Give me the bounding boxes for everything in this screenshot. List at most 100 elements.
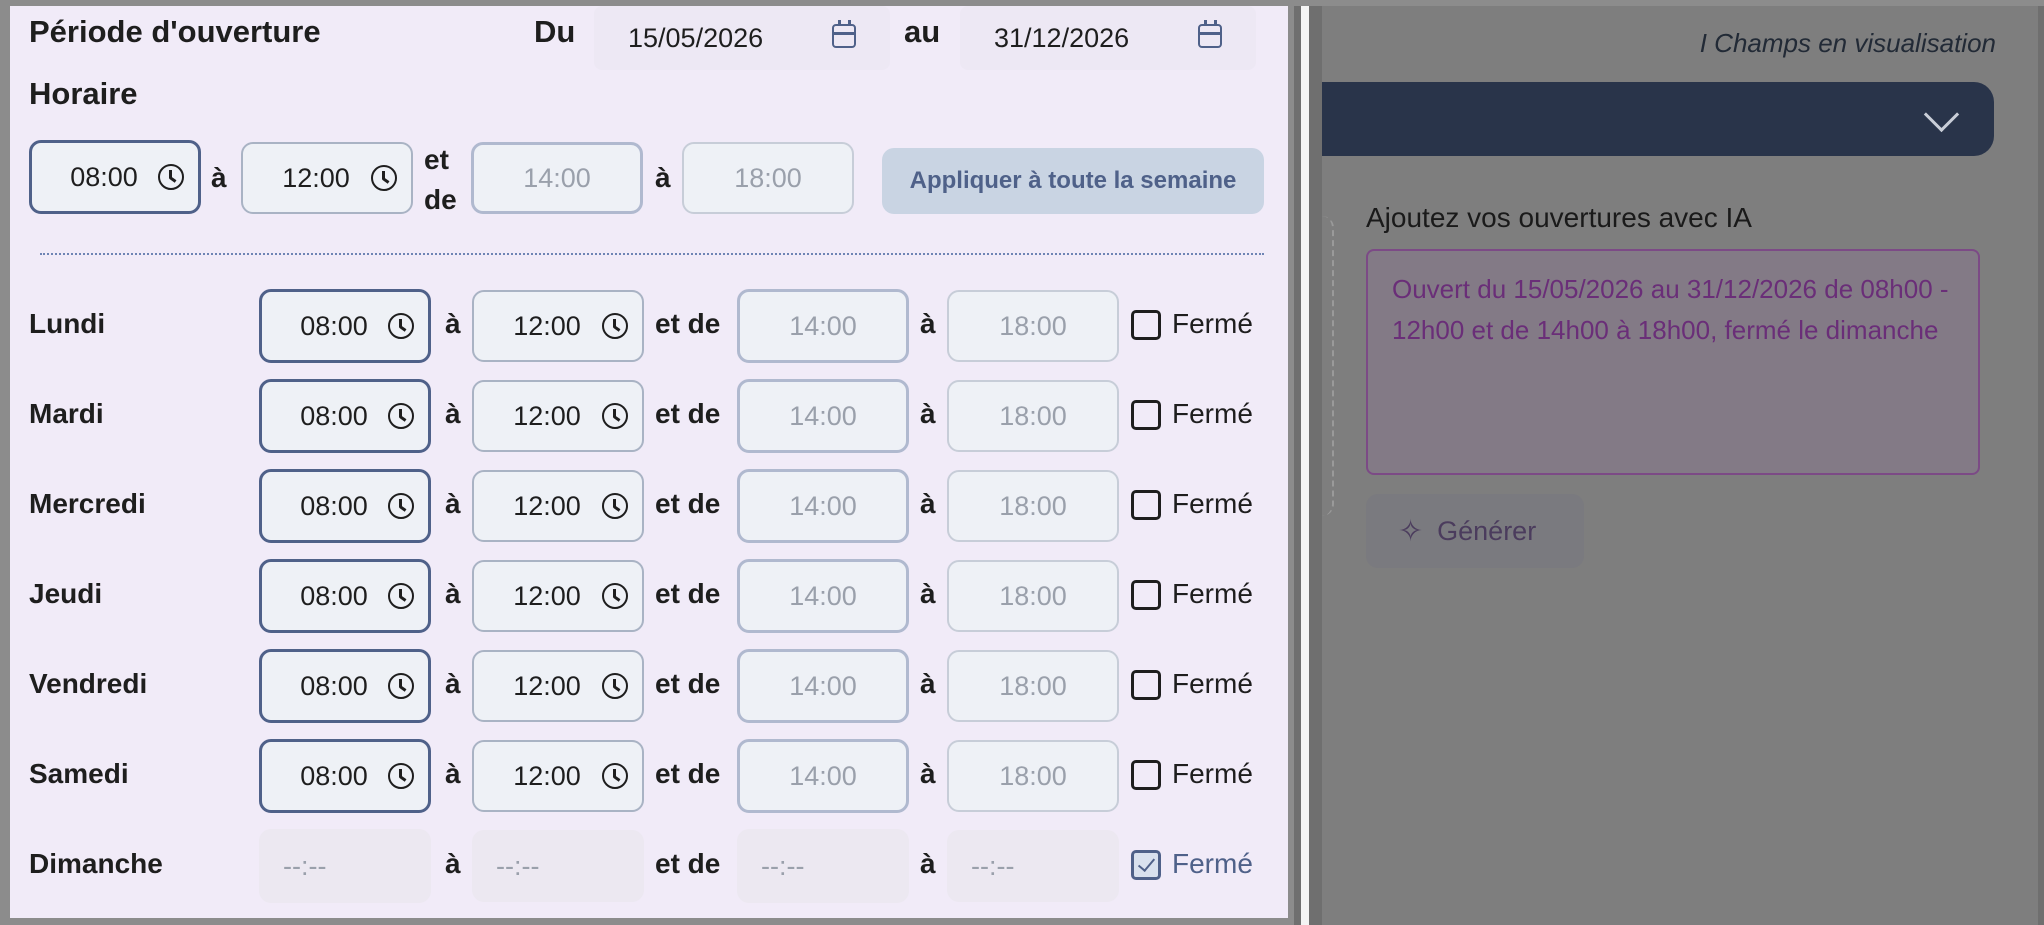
day-end2-value: 18:00 (999, 760, 1067, 791)
clock-icon[interactable] (388, 403, 414, 429)
ferme-checkbox[interactable] (1131, 400, 1161, 430)
day-start1-input[interactable]: 08:00 (259, 739, 431, 813)
collapsible-section-header[interactable] (1322, 82, 1994, 156)
day-end2-input[interactable]: 18:00 (947, 740, 1119, 812)
day-start2-input[interactable]: 14:00 (737, 289, 909, 363)
clock-icon[interactable] (602, 493, 628, 519)
global-start2-value: 14:00 (523, 162, 591, 193)
clock-icon[interactable] (388, 313, 414, 339)
day-end2-input[interactable]: 18:00 (947, 650, 1119, 722)
generate-button[interactable]: ✧ Générer (1366, 494, 1584, 568)
day-start2-value: 14:00 (789, 310, 857, 341)
ferme-label[interactable]: Fermé (1172, 758, 1253, 790)
day-end1-input[interactable]: 12:00 (472, 560, 644, 632)
clock-icon[interactable] (158, 164, 184, 190)
day-name: Jeudi (29, 578, 103, 609)
a-separator: à (920, 398, 936, 429)
day-name: Lundi (29, 308, 106, 339)
clock-icon[interactable] (602, 403, 628, 429)
day-end1-value: --:-- (496, 850, 540, 881)
calendar-icon[interactable] (832, 20, 856, 48)
clock-icon[interactable] (388, 763, 414, 789)
ferme-checkbox[interactable] (1131, 670, 1161, 700)
ferme-label[interactable]: Fermé (1172, 488, 1253, 520)
clock-icon[interactable] (388, 673, 414, 699)
ferme-label[interactable]: Fermé (1172, 578, 1253, 610)
day-end2-value: 18:00 (999, 490, 1067, 521)
day-start1-input[interactable]: 08:00 (259, 559, 431, 633)
day-start2-value: 14:00 (789, 670, 857, 701)
a-separator: à (920, 308, 936, 339)
day-start1-input[interactable]: 08:00 (259, 469, 431, 543)
day-start2-input[interactable]: 14:00 (737, 379, 909, 453)
day-start1-value: --:-- (283, 850, 327, 881)
day-end1-input[interactable]: 12:00 (472, 650, 644, 722)
ferme-checkbox[interactable] (1131, 580, 1161, 610)
a-separator: à (445, 488, 461, 519)
a-separator: à (445, 668, 461, 699)
day-end1-value: 12:00 (513, 760, 581, 791)
day-start2-input[interactable]: 14:00 (737, 739, 909, 813)
ferme-checkbox[interactable] (1131, 850, 1161, 880)
clock-icon[interactable] (388, 583, 414, 609)
et-de-separator: et de (655, 308, 721, 339)
global-end2-input[interactable]: 18:00 (682, 142, 854, 214)
day-end2-value: 18:00 (999, 670, 1067, 701)
ferme-label[interactable]: Fermé (1172, 668, 1253, 700)
global-start2-input[interactable]: 14:00 (471, 142, 643, 214)
day-start1-input[interactable]: --:-- (259, 829, 431, 903)
day-name: Vendredi (29, 668, 148, 699)
a-separator: à (445, 578, 461, 609)
day-end1-value: 12:00 (513, 490, 581, 521)
clock-icon[interactable] (602, 583, 628, 609)
global-end1-input[interactable]: 12:00 (241, 142, 413, 214)
et-de-separator: et de (655, 668, 721, 699)
day-start2-value: 14:00 (789, 580, 857, 611)
day-end1-input[interactable]: 12:00 (472, 740, 644, 812)
a-separator: à (211, 162, 227, 193)
start-date-field[interactable]: 15/05/2026 (594, 6, 890, 70)
horaire-title: Horaire (29, 76, 138, 111)
day-end2-input[interactable]: 18:00 (947, 380, 1119, 452)
ferme-label[interactable]: Fermé (1172, 398, 1253, 430)
day-start2-input[interactable]: 14:00 (737, 649, 909, 723)
day-end2-input[interactable]: 18:00 (947, 560, 1119, 632)
day-end1-value: 12:00 (513, 670, 581, 701)
panel-divider[interactable] (1294, 6, 1322, 925)
day-start2-input[interactable]: 14:00 (737, 469, 909, 543)
ferme-checkbox[interactable] (1131, 490, 1161, 520)
day-start2-input[interactable]: 14:00 (737, 559, 909, 633)
generate-label: Générer (1437, 515, 1537, 546)
day-end1-input[interactable]: 12:00 (472, 290, 644, 362)
day-end1-input[interactable]: 12:00 (472, 380, 644, 452)
day-end2-input[interactable]: 18:00 (947, 290, 1119, 362)
ferme-label[interactable]: Fermé (1172, 308, 1253, 340)
clock-icon[interactable] (602, 313, 628, 339)
day-start1-input[interactable]: 08:00 (259, 289, 431, 363)
legend-required-fragment (1922, 0, 2034, 10)
apply-all-week-button[interactable]: Appliquer à toute la semaine (882, 148, 1264, 214)
end-date-field[interactable]: 31/12/2026 (960, 6, 1256, 70)
clock-icon[interactable] (388, 493, 414, 519)
day-end1-input[interactable]: --:-- (472, 830, 644, 902)
calendar-icon[interactable] (1198, 20, 1222, 48)
a-separator: à (445, 308, 461, 339)
global-start1-input[interactable]: 08:00 (29, 140, 201, 214)
clock-icon[interactable] (602, 673, 628, 699)
chevron-down-icon[interactable] (1923, 96, 1960, 133)
clock-icon[interactable] (371, 165, 397, 191)
day-end2-input[interactable]: 18:00 (947, 470, 1119, 542)
day-start2-input[interactable]: --:-- (737, 829, 909, 903)
day-start2-value: 14:00 (789, 490, 857, 521)
ferme-checkbox[interactable] (1131, 760, 1161, 790)
clock-icon[interactable] (602, 763, 628, 789)
ferme-checkbox[interactable] (1131, 310, 1161, 340)
au-label: au (904, 14, 941, 49)
day-start1-input[interactable]: 08:00 (259, 379, 431, 453)
day-start1-input[interactable]: 08:00 (259, 649, 431, 723)
ia-textarea[interactable]: Ouvert du 15/05/2026 au 31/12/2026 de 08… (1366, 249, 1980, 475)
day-end1-input[interactable]: 12:00 (472, 470, 644, 542)
ferme-label[interactable]: Fermé (1172, 848, 1253, 880)
scrollbar[interactable] (2038, 6, 2044, 925)
day-end2-input[interactable]: --:-- (947, 830, 1119, 902)
